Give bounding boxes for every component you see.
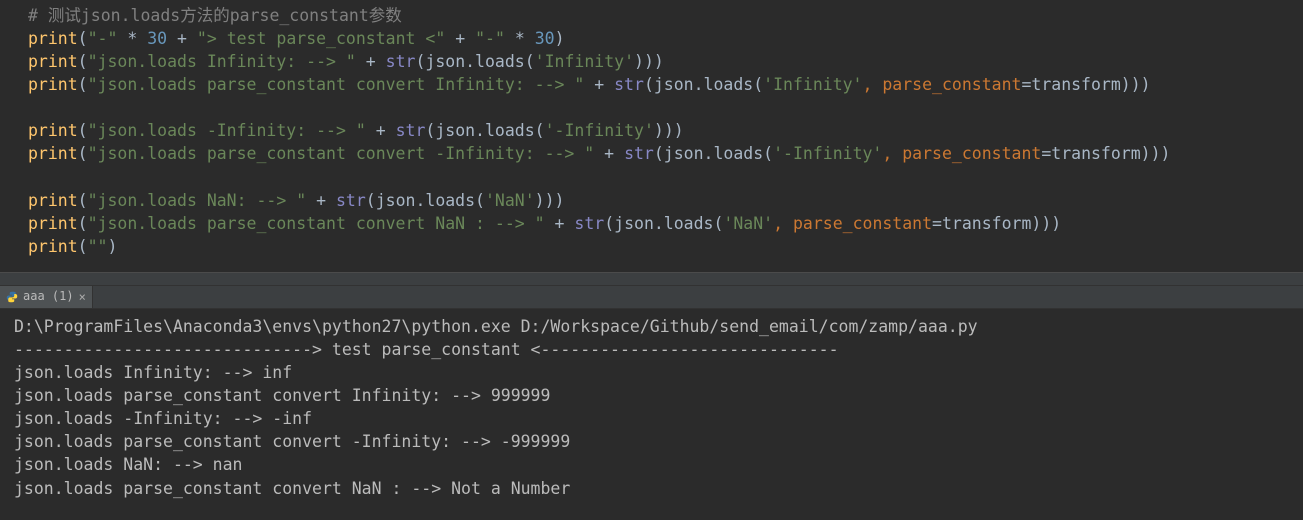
token: "json.loads -Infinity: --> ": [88, 121, 366, 140]
code-line[interactable]: print("json.loads parse_constant convert…: [0, 142, 1303, 165]
token: +: [445, 29, 475, 48]
token: print: [28, 191, 78, 210]
token: "json.loads parse_constant convert Infin…: [88, 75, 585, 94]
console-line: json.loads parse_constant convert Infini…: [14, 384, 1303, 407]
token: "-": [475, 29, 505, 48]
code-line[interactable]: print("-" * 30 + "> test parse_constant …: [0, 27, 1303, 50]
token: 30: [147, 29, 167, 48]
token: "-": [88, 29, 118, 48]
token: "> test parse_constant <": [197, 29, 445, 48]
close-icon[interactable]: ×: [79, 291, 86, 303]
token: 'NaN': [485, 191, 535, 210]
token: str: [614, 75, 644, 94]
token: ,: [773, 214, 793, 233]
token: parse_constant: [882, 75, 1021, 94]
token: print: [28, 237, 78, 256]
token: (: [78, 121, 88, 140]
token: (json.loads(: [415, 52, 534, 71]
token: (json.loads(: [366, 191, 485, 210]
token: (: [78, 29, 88, 48]
token: "json.loads parse_constant convert -Infi…: [88, 144, 595, 163]
code-line[interactable]: print(""): [0, 235, 1303, 258]
code-line[interactable]: [0, 96, 1303, 119]
token: (: [78, 52, 88, 71]
token: "json.loads parse_constant convert NaN :…: [88, 214, 545, 233]
token: print: [28, 75, 78, 94]
token: str: [624, 144, 654, 163]
token: ): [555, 29, 565, 48]
token: print: [28, 214, 78, 233]
token: str: [574, 214, 604, 233]
token: print: [28, 144, 78, 163]
token: print: [28, 52, 78, 71]
token: *: [117, 29, 147, 48]
token: +: [584, 75, 614, 94]
token: (: [78, 237, 88, 256]
token: (json.loads(: [604, 214, 723, 233]
run-tab-label: aaa (1): [23, 288, 74, 305]
token: 'Infinity': [763, 75, 862, 94]
code-line[interactable]: # 测试json.loads方法的parse_constant参数: [0, 4, 1303, 27]
token: (json.loads(: [644, 75, 763, 94]
code-line[interactable]: print("json.loads Infinity: --> " + str(…: [0, 50, 1303, 73]
token: str: [336, 191, 366, 210]
token: parse_constant: [902, 144, 1041, 163]
console-line: json.loads NaN: --> nan: [14, 453, 1303, 476]
run-console[interactable]: D:\ProgramFiles\Anaconda3\envs\python27\…: [0, 309, 1303, 520]
token: str: [386, 52, 416, 71]
token: ))): [535, 191, 565, 210]
code-line[interactable]: [0, 166, 1303, 189]
token: '-Infinity': [773, 144, 882, 163]
token: +: [366, 121, 396, 140]
token: print: [28, 29, 78, 48]
token: ))): [654, 121, 684, 140]
token: str: [396, 121, 426, 140]
token: =transform))): [932, 214, 1061, 233]
console-line: json.loads -Infinity: --> -inf: [14, 407, 1303, 430]
token: ,: [863, 75, 883, 94]
python-file-icon: [6, 291, 18, 303]
code-line[interactable]: print("json.loads NaN: --> " + str(json.…: [0, 189, 1303, 212]
token: (json.loads(: [425, 121, 544, 140]
token: 30: [535, 29, 555, 48]
token: (: [78, 144, 88, 163]
run-tab-aaa[interactable]: aaa (1) ×: [0, 286, 93, 308]
pane-splitter[interactable]: [0, 272, 1303, 286]
token: (: [78, 214, 88, 233]
console-line: ------------------------------> test par…: [14, 338, 1303, 361]
token: +: [545, 214, 575, 233]
token: "json.loads NaN: --> ": [88, 191, 307, 210]
run-tab-bar: aaa (1) ×: [0, 286, 1303, 309]
code-editor[interactable]: # 测试json.loads方法的parse_constant参数print("…: [0, 0, 1303, 272]
token: 'NaN': [723, 214, 773, 233]
token: +: [167, 29, 197, 48]
code-line[interactable]: print("json.loads parse_constant convert…: [0, 73, 1303, 96]
comment-text: # 测试json.loads方法的parse_constant参数: [28, 6, 402, 25]
token: *: [505, 29, 535, 48]
token: "": [88, 237, 108, 256]
token: +: [356, 52, 386, 71]
token: +: [594, 144, 624, 163]
token: ))): [634, 52, 664, 71]
token: ,: [882, 144, 902, 163]
token: parse_constant: [793, 214, 932, 233]
token: (: [78, 75, 88, 94]
token: 'Infinity': [535, 52, 634, 71]
token: (json.loads(: [654, 144, 773, 163]
token: +: [306, 191, 336, 210]
code-line[interactable]: print("json.loads parse_constant convert…: [0, 212, 1303, 235]
console-line: json.loads parse_constant convert NaN : …: [14, 477, 1303, 500]
token: print: [28, 121, 78, 140]
token: ): [107, 237, 117, 256]
token: =transform))): [1021, 75, 1150, 94]
token: "json.loads Infinity: --> ": [88, 52, 356, 71]
console-line: json.loads Infinity: --> inf: [14, 361, 1303, 384]
token: '-Infinity': [545, 121, 654, 140]
token: (: [78, 191, 88, 210]
console-line: D:\ProgramFiles\Anaconda3\envs\python27\…: [14, 315, 1303, 338]
code-line[interactable]: print("json.loads -Infinity: --> " + str…: [0, 119, 1303, 142]
console-line: json.loads parse_constant convert -Infin…: [14, 430, 1303, 453]
token: =transform))): [1041, 144, 1170, 163]
